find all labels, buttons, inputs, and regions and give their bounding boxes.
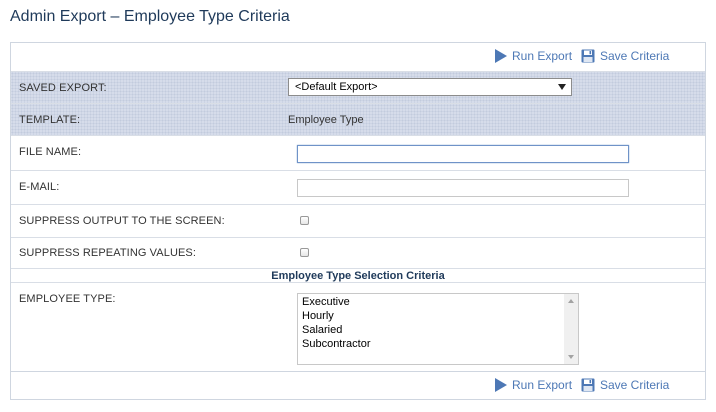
criteria-section-header: Employee Type Selection Criteria: [11, 268, 705, 282]
file-name-input[interactable]: [297, 145, 629, 163]
save-criteria-label: Save Criteria: [600, 49, 670, 63]
suppress-repeating-label: SUPPRESS REPEATING VALUES:: [19, 247, 197, 259]
saved-export-label: SAVED EXPORT:: [19, 82, 107, 94]
employee-type-row: EMPLOYEE TYPE: Executive Hourly Salaried…: [11, 282, 705, 371]
email-label: E-MAIL:: [19, 181, 60, 193]
list-item[interactable]: Subcontractor: [302, 337, 578, 351]
listbox-scrollbar[interactable]: [564, 294, 578, 364]
play-icon: [495, 378, 507, 392]
save-criteria-button[interactable]: Save Criteria: [581, 49, 669, 63]
list-item[interactable]: Hourly: [302, 309, 578, 323]
suppress-output-row: SUPPRESS OUTPUT TO THE SCREEN:: [11, 204, 705, 237]
export-criteria-panel: Run Export Save Criteria SAVED EXPORT: <…: [10, 42, 706, 400]
play-icon: [495, 49, 507, 63]
suppress-output-checkbox[interactable]: [300, 216, 309, 225]
saved-export-row: SAVED EXPORT: <Default Export>: [11, 71, 705, 103]
employee-type-label: EMPLOYEE TYPE:: [19, 293, 116, 305]
file-name-label: FILE NAME:: [19, 146, 82, 158]
scroll-down-icon[interactable]: [568, 355, 574, 359]
list-item[interactable]: Executive: [302, 295, 578, 309]
list-item[interactable]: Salaried: [302, 323, 578, 337]
floppy-disk-icon: [581, 49, 595, 63]
run-export-button[interactable]: Run Export: [495, 378, 572, 392]
suppress-repeating-row: SUPPRESS REPEATING VALUES:: [11, 237, 705, 268]
suppress-output-label: SUPPRESS OUTPUT TO THE SCREEN:: [19, 215, 225, 227]
floppy-disk-icon: [581, 378, 595, 392]
saved-export-select[interactable]: <Default Export>: [288, 78, 572, 96]
saved-export-value: <Default Export>: [295, 81, 378, 93]
template-label: TEMPLATE:: [19, 114, 81, 126]
employee-type-listbox[interactable]: Executive Hourly Salaried Subcontractor: [297, 293, 579, 365]
email-row: E-MAIL:: [11, 170, 705, 204]
top-toolbar: Run Export Save Criteria: [11, 43, 705, 71]
email-input[interactable]: [297, 179, 629, 197]
criteria-section-title: Employee Type Selection Criteria: [271, 270, 445, 282]
run-export-button[interactable]: Run Export: [495, 49, 572, 63]
template-row: TEMPLATE: Employee Type: [11, 103, 705, 135]
chevron-down-icon: [558, 84, 566, 90]
file-name-row: FILE NAME:: [11, 135, 705, 170]
bottom-toolbar: Run Export Save Criteria: [11, 371, 705, 399]
scroll-up-icon[interactable]: [568, 299, 574, 303]
save-criteria-button[interactable]: Save Criteria: [581, 378, 669, 392]
run-export-label: Run Export: [512, 378, 573, 392]
run-export-label: Run Export: [512, 49, 573, 63]
suppress-repeating-checkbox[interactable]: [300, 248, 309, 257]
save-criteria-label: Save Criteria: [600, 378, 670, 392]
page-title: Admin Export – Employee Type Criteria: [10, 8, 290, 25]
template-value: Employee Type: [288, 114, 364, 126]
